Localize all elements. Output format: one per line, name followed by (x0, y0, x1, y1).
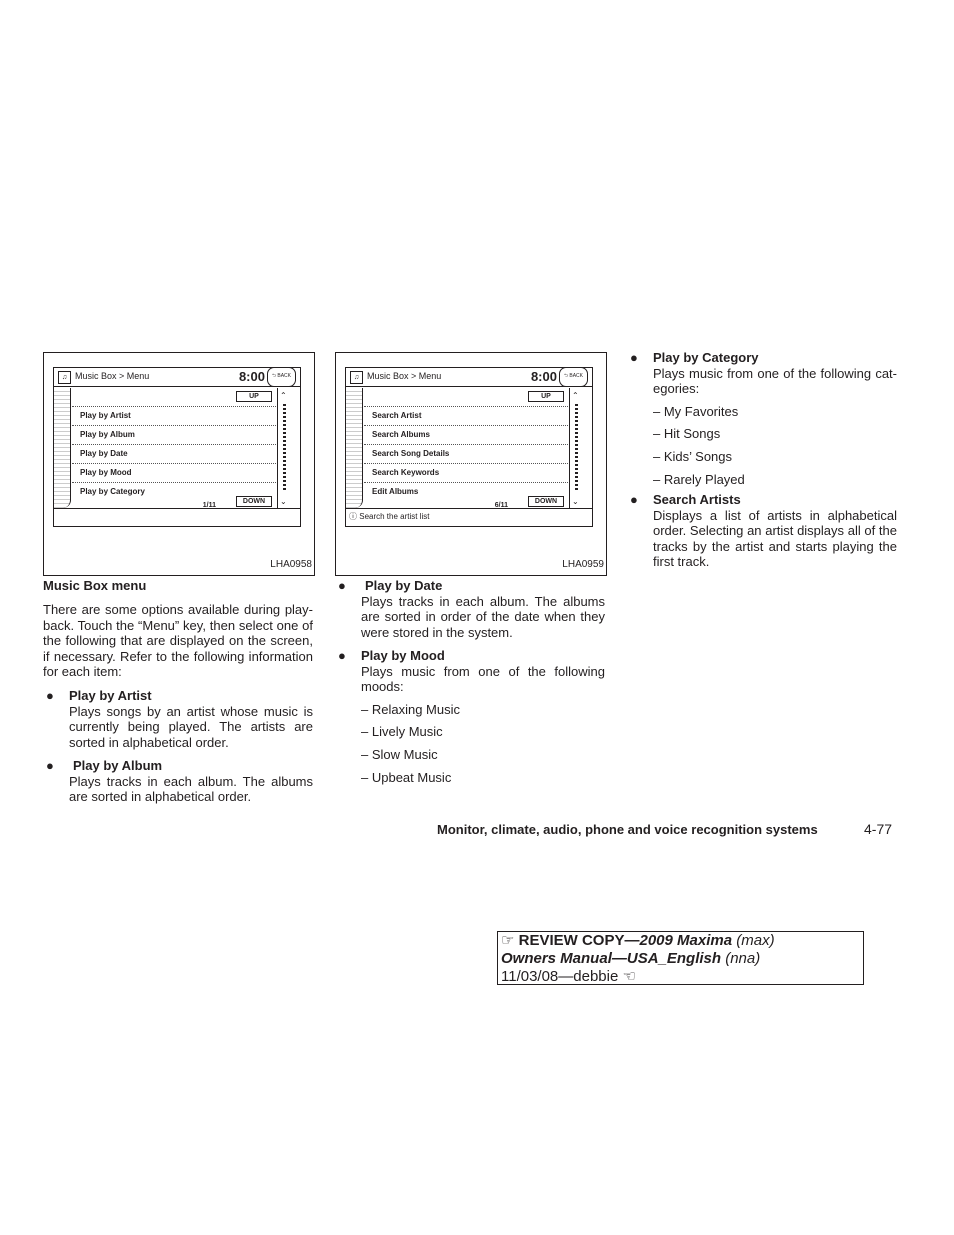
item-play-by-artist: ● Play by Artist Plays songs by an artis… (46, 688, 313, 750)
item-text: Plays songs by an artist whose music is … (69, 703, 313, 750)
item-text: Displays a list of artists in alphabetic… (653, 507, 897, 570)
music-box-icon: ♫ (350, 370, 363, 384)
figure-code: LHA0958 (270, 559, 312, 571)
chevron-up-icon: ⌃ (572, 391, 579, 400)
item-text: Plays tracks in each album. The albums a… (69, 773, 313, 805)
item-title: Play by Date (365, 578, 443, 593)
item-play-by-date: ● Play by Date Plays tracks in each albu… (338, 578, 605, 640)
status-text: Search the artist list (359, 512, 430, 521)
menu-item[interactable]: Search Artist (364, 406, 570, 425)
bullet-icon: ● (338, 648, 346, 663)
scrollbar[interactable]: ⌃ ⌄ (569, 388, 592, 508)
item-title: Play by Artist (69, 688, 152, 703)
stamp-manual: Owners Manual—USA_English (501, 950, 722, 967)
review-stamp: ☞ REVIEW COPY—2009 Maxima (max) Owners M… (497, 931, 864, 985)
stamp-text: REVIEW COPY— (518, 932, 640, 949)
menu-item[interactable]: Play by Artist (72, 406, 278, 425)
list-item: – Relaxing Music (361, 701, 460, 717)
bullet-icon: ● (630, 492, 638, 507)
bullet-icon: ● (630, 350, 638, 365)
figure-screen: ♫ Music Box > Menu 8:00 ⮌ BACK UP Play b… (43, 352, 315, 576)
screen-header: ♫ Music Box > Menu 8:00 ⮌ BACK (346, 367, 592, 387)
item-title: Play by Album (73, 758, 163, 773)
list-item: – My Favorites (653, 403, 739, 419)
display-screen: ♫ Music Box > Menu 8:00 ⮌ BACK UP Search… (345, 367, 593, 527)
section-title: Music Box menu (43, 578, 147, 593)
menu-item[interactable]: Play by Mood (72, 463, 278, 482)
bullet-icon: ● (338, 578, 346, 593)
item-search-artists: ● Search Artists Displays a list of arti… (630, 492, 897, 570)
page-number: 4-77 (864, 821, 893, 837)
left-rail (54, 388, 71, 508)
item-play-by-category: ● Play by Category Plays music from one … (630, 350, 897, 487)
status-bar: ⓘ Search the artist list (346, 508, 592, 526)
stamp-lang: (nna) (721, 950, 761, 967)
footer-section: Monitor, climate, audio, phone and voice… (437, 822, 818, 837)
breadcrumb: Music Box > Menu (367, 371, 442, 382)
back-label: BACK (277, 373, 291, 380)
down-button[interactable]: DOWN (236, 496, 272, 507)
menu-item[interactable]: Search Song Details (364, 444, 570, 463)
scrollbar[interactable]: ⌃ ⌄ (277, 388, 300, 508)
item-play-by-album: ● Play by Album Plays tracks in each alb… (46, 758, 313, 805)
hand-icon: ☜ (622, 968, 636, 985)
back-label: BACK (569, 373, 583, 380)
intro-paragraph: There are some options available during … (43, 602, 313, 680)
item-title: Search Artists (653, 492, 741, 507)
left-rail (346, 388, 363, 508)
clock: 8:00 (530, 369, 557, 385)
manual-page: ♫ Music Box > Menu 8:00 ⮌ BACK UP Play b… (0, 0, 954, 1235)
status-bar (54, 508, 300, 526)
item-text: Plays music from one of the following ca… (653, 365, 897, 397)
screen-header: ♫ Music Box > Menu 8:00 ⮌ BACK (54, 367, 300, 387)
item-play-by-mood: ● Play by Mood Plays music from one of t… (338, 648, 605, 785)
bullet-icon: ● (46, 758, 54, 773)
back-button[interactable]: ⮌ BACK (558, 367, 588, 387)
hand-icon: ☞ (501, 932, 515, 949)
list-item: – Lively Music (361, 724, 443, 740)
breadcrumb: Music Box > Menu (75, 371, 150, 382)
item-text: Plays tracks in each album. The albums a… (361, 593, 605, 640)
item-text: Plays music from one of the following mo… (361, 663, 605, 695)
menu-item[interactable]: Search Keywords (364, 463, 570, 482)
list-item: – Kids’ Songs (653, 448, 733, 464)
up-button[interactable]: UP (528, 391, 564, 402)
stamp-date: 11/03/08—debbie (501, 968, 619, 985)
up-button[interactable]: UP (236, 391, 272, 402)
menu-item[interactable]: Search Albums (364, 425, 570, 444)
list-item: – Rarely Played (653, 471, 745, 487)
stamp-code: (max) (732, 932, 775, 949)
figure-screen: ♫ Music Box > Menu 8:00 ⮌ BACK UP Search… (335, 352, 607, 576)
list-item: – Upbeat Music (361, 769, 452, 785)
display-screen: ♫ Music Box > Menu 8:00 ⮌ BACK UP Play b… (53, 367, 301, 527)
item-title: Play by Mood (361, 648, 445, 663)
bullet-icon: ● (46, 688, 54, 703)
chevron-up-icon: ⌃ (280, 391, 287, 400)
list-item: – Slow Music (361, 746, 438, 762)
music-box-icon: ♫ (58, 370, 71, 384)
list-item: – Hit Songs (653, 426, 721, 442)
info-icon: ⓘ (349, 512, 357, 521)
down-button[interactable]: DOWN (528, 496, 564, 507)
menu-item[interactable]: Play by Album (72, 425, 278, 444)
menu-item[interactable]: Play by Date (72, 444, 278, 463)
back-button[interactable]: ⮌ BACK (266, 367, 296, 387)
clock: 8:00 (238, 369, 265, 385)
item-title: Play by Category (653, 350, 759, 365)
stamp-model: 2009 Maxima (639, 932, 733, 949)
figure-code: LHA0959 (562, 559, 604, 571)
